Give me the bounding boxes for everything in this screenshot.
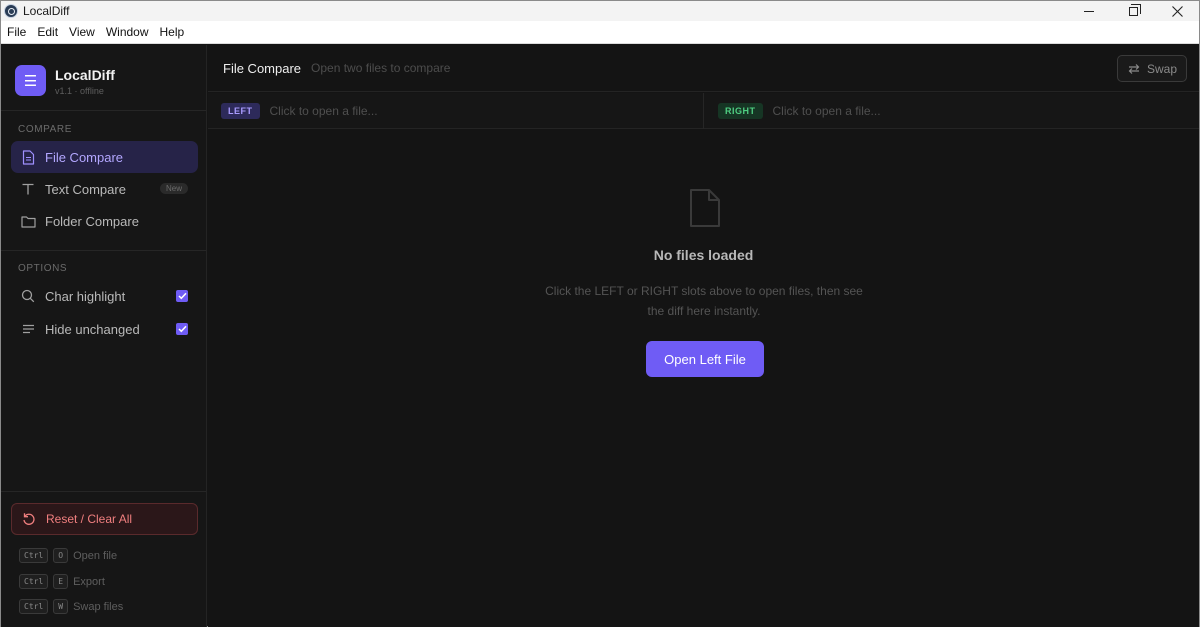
right-file-slot[interactable]: RIGHT Click to open a file... [705, 93, 1199, 129]
sidebar-item-file-compare[interactable]: File Compare [11, 141, 198, 173]
menu-bar: File Edit View Window Help [1, 21, 1199, 44]
menu-edit[interactable]: Edit [32, 25, 63, 39]
kbd-key: O [53, 548, 69, 563]
reset-label: Reset / Clear All [46, 512, 133, 526]
char-highlight-checkbox[interactable] [176, 290, 188, 302]
sidebar-divider [1, 491, 206, 492]
menu-help[interactable]: Help [155, 25, 190, 39]
minimize-icon [1084, 10, 1094, 12]
options-section-label: OPTIONS [18, 263, 68, 274]
page-subtitle: Open two files to compare [311, 61, 451, 75]
empty-file-icon [690, 189, 720, 227]
kbd-key: W [53, 599, 69, 614]
brand-version: v1.1 · offline [55, 86, 104, 96]
title-bar[interactable]: LocalDiff [1, 1, 1199, 21]
check-icon [177, 325, 187, 333]
right-placeholder: Click to open a file... [772, 104, 881, 118]
swap-icon [1128, 63, 1140, 74]
main-header: File Compare Open two files to compare S… [208, 45, 1199, 92]
shortcut-open-file: Ctrl O Open file [19, 548, 117, 563]
option-hide-unchanged[interactable]: Hide unchanged [11, 315, 198, 343]
left-placeholder: Click to open a file... [269, 104, 378, 118]
new-badge: New [159, 183, 188, 194]
file-slots: LEFT Click to open a file... RIGHT Click… [208, 93, 1199, 129]
close-button[interactable] [1155, 1, 1199, 21]
menu-view[interactable]: View [64, 25, 100, 39]
window-controls [1067, 1, 1199, 21]
reset-button[interactable]: Reset / Clear All [11, 503, 198, 535]
sidebar-item-label: Folder Compare [45, 213, 139, 229]
option-label: Hide unchanged [45, 321, 140, 337]
kbd-mod: Ctrl [19, 548, 49, 563]
close-icon [1171, 5, 1183, 17]
kbd-key: E [53, 574, 69, 589]
shortcut-swap-files: Ctrl W Swap files [19, 599, 123, 614]
open-left-file-button[interactable]: Open Left File [646, 341, 764, 377]
sidebar-divider [1, 110, 206, 111]
kbd-mod: Ctrl [19, 599, 49, 614]
shortcut-label: Export [73, 575, 105, 588]
page-title: File Compare [223, 60, 302, 76]
swap-button[interactable]: Swap [1117, 55, 1187, 82]
left-tag: LEFT [221, 103, 260, 119]
sidebar-divider [1, 250, 206, 251]
sidebar-item-text-compare[interactable]: Text Compare New [11, 173, 198, 205]
sidebar-item-folder-compare[interactable]: Folder Compare [11, 205, 198, 237]
app-window: LocalDiff File Edit View Window Help ☰ L… [0, 0, 1200, 627]
restore-icon [1128, 3, 1141, 16]
window-title: LocalDiff [23, 4, 70, 18]
hide-unchanged-checkbox[interactable] [176, 323, 188, 335]
empty-state-title: No files loaded [653, 247, 754, 263]
kbd-mod: Ctrl [19, 574, 49, 589]
swap-label: Swap [1146, 61, 1178, 76]
menu-file[interactable]: File [2, 25, 31, 39]
option-char-highlight[interactable]: Char highlight [11, 282, 198, 310]
brand-name: LocalDiff [55, 67, 115, 83]
search-icon [20, 288, 36, 304]
brand-logo-icon: ☰ [15, 65, 46, 96]
sidebar-item-label: Text Compare [45, 181, 126, 197]
check-icon [177, 292, 187, 300]
reset-icon [21, 511, 37, 527]
left-file-slot[interactable]: LEFT Click to open a file... [208, 93, 704, 129]
app-logo-icon [4, 4, 18, 18]
folder-icon [20, 213, 36, 229]
empty-state-description: Click the LEFT or RIGHT slots above to o… [545, 284, 863, 318]
sidebar: ☰ LocalDiff v1.1 · offline COMPARE File … [1, 45, 207, 627]
shortcut-label: Open file [73, 549, 118, 562]
compare-section-label: COMPARE [18, 124, 73, 135]
brand: ☰ LocalDiff v1.1 · offline [15, 65, 115, 96]
option-label: Char highlight [45, 288, 126, 304]
sidebar-item-label: File Compare [45, 149, 124, 165]
restore-button[interactable] [1111, 1, 1155, 21]
lines-icon [20, 321, 36, 337]
right-tag: RIGHT [718, 103, 763, 119]
shortcut-label: Swap files [73, 600, 124, 613]
menu-window[interactable]: Window [101, 25, 154, 39]
file-icon [20, 149, 36, 165]
minimize-button[interactable] [1067, 1, 1111, 21]
text-icon [20, 181, 36, 197]
main-panel: File Compare Open two files to compare S… [208, 45, 1199, 627]
shortcut-export: Ctrl E Export [19, 574, 105, 589]
brand-text: LocalDiff v1.1 · offline [55, 65, 115, 96]
